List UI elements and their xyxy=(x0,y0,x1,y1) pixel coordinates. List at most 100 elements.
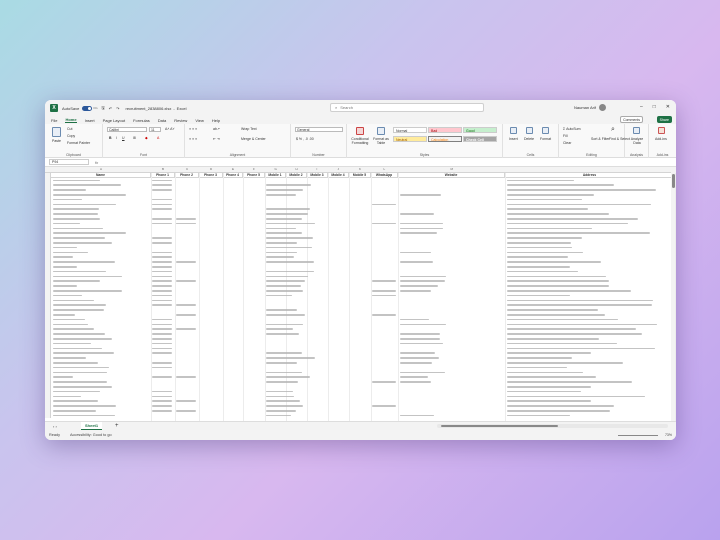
clear-button[interactable]: Clear xyxy=(563,141,571,145)
cell-address-blurred[interactable] xyxy=(507,357,572,359)
cell-address-blurred[interactable] xyxy=(507,280,609,282)
cell-address-blurred[interactable] xyxy=(507,266,570,268)
cell-mobile-blurred[interactable] xyxy=(266,314,305,316)
cell-website-blurred[interactable] xyxy=(400,251,431,254)
cell-address-blurred[interactable] xyxy=(507,203,651,206)
cell-phone-blurred[interactable] xyxy=(152,352,172,354)
tab-data[interactable]: Data xyxy=(158,118,166,123)
cell-name-blurred[interactable] xyxy=(53,251,89,254)
cell-phone-blurred[interactable] xyxy=(152,347,172,350)
cell-website-blurred[interactable] xyxy=(400,285,439,287)
add-sheet-icon[interactable]: + xyxy=(115,423,119,429)
cell-name-blurred[interactable] xyxy=(53,266,78,268)
insert-button[interactable]: Insert xyxy=(509,137,518,141)
cell-name-blurred[interactable] xyxy=(53,275,123,278)
format-table-icon[interactable] xyxy=(377,127,385,135)
cell-phone-blurred[interactable] xyxy=(152,270,172,273)
number-format-icons[interactable]: $ % , .0 .00 xyxy=(296,137,314,141)
column-header-phone-5[interactable]: Phone 5 xyxy=(243,173,265,178)
user-name[interactable]: Nauman Arif xyxy=(574,105,596,110)
cell-name-blurred[interactable] xyxy=(53,285,78,287)
cell-phone-blurred[interactable] xyxy=(152,266,172,268)
cell-address-blurred[interactable] xyxy=(507,261,602,263)
cell-phone-blurred[interactable] xyxy=(152,318,172,321)
column-header-mobile-3[interactable]: Mobile 3 xyxy=(307,173,328,178)
cell-name-blurred[interactable] xyxy=(53,405,116,407)
cell-whatsapp-blurred[interactable] xyxy=(372,222,396,225)
cell-name-blurred[interactable] xyxy=(53,390,101,393)
cell-address-blurred[interactable] xyxy=(507,294,571,297)
cell-mobile-blurred[interactable] xyxy=(266,227,297,230)
cell-address-blurred[interactable] xyxy=(507,338,599,340)
zoom-level[interactable]: 73% xyxy=(665,433,672,437)
cell-mobile-blurred[interactable] xyxy=(266,381,299,383)
cell-name-blurred[interactable] xyxy=(53,347,102,350)
tab-review[interactable]: Review xyxy=(174,118,187,123)
cell-mobile-blurred[interactable] xyxy=(266,246,313,249)
format-as-table-button[interactable]: Format as Table xyxy=(372,137,390,145)
tab-view[interactable]: View xyxy=(195,118,204,123)
cell-mobile-blurred[interactable] xyxy=(266,371,302,374)
cell-phone-blurred[interactable] xyxy=(152,376,172,378)
cell-address-blurred[interactable] xyxy=(507,256,568,258)
cell-name-blurred[interactable] xyxy=(53,194,127,196)
cell-name-blurred[interactable] xyxy=(53,410,97,412)
column-header-phone-3[interactable]: Phone 3 xyxy=(199,173,223,178)
cell-address-blurred[interactable] xyxy=(507,179,575,182)
cell-mobile-blurred[interactable] xyxy=(266,280,305,282)
comments-button[interactable]: Comments xyxy=(620,116,643,123)
name-box[interactable]: P94 xyxy=(49,159,89,165)
style-bad[interactable]: Bad xyxy=(428,127,462,133)
cell-phone-blurred[interactable] xyxy=(176,376,196,378)
cell-mobile-blurred[interactable] xyxy=(266,376,310,378)
cell-website-blurred[interactable] xyxy=(400,323,446,326)
cell-name-blurred[interactable] xyxy=(53,208,99,210)
cell-name-blurred[interactable] xyxy=(53,376,74,378)
cell-mobile-blurred[interactable] xyxy=(266,328,294,330)
column-letter[interactable]: E xyxy=(232,167,234,171)
style-normal[interactable]: Normal xyxy=(393,127,427,133)
column-letter[interactable]: F xyxy=(253,167,255,171)
cell-name-blurred[interactable] xyxy=(53,270,107,273)
cell-mobile-blurred[interactable] xyxy=(266,352,303,354)
cell-mobile-blurred[interactable] xyxy=(266,400,300,402)
column-letter[interactable]: B xyxy=(162,167,164,171)
italic-icon[interactable]: I xyxy=(116,136,117,140)
tab-insert[interactable]: Insert xyxy=(85,118,95,123)
cell-phone-blurred[interactable] xyxy=(152,179,172,182)
fill-color-icon[interactable]: ◆ xyxy=(145,136,148,140)
cell-phone-blurred[interactable] xyxy=(152,198,172,201)
conditional-formatting-icon[interactable] xyxy=(356,127,364,135)
cell-address-blurred[interactable] xyxy=(507,390,581,393)
cell-address-blurred[interactable] xyxy=(507,189,657,191)
bold-icon[interactable]: B xyxy=(109,136,112,140)
cell-phone-blurred[interactable] xyxy=(152,362,172,364)
cell-name-blurred[interactable] xyxy=(53,328,95,330)
column-header-address[interactable]: Address xyxy=(505,173,675,178)
cell-phone-blurred[interactable] xyxy=(176,314,196,316)
addins-icon[interactable] xyxy=(658,127,665,134)
font-name-select[interactable]: Calibri xyxy=(107,127,147,132)
autosave-toggle[interactable] xyxy=(82,105,93,111)
cell-address-blurred[interactable] xyxy=(507,251,583,254)
cell-name-blurred[interactable] xyxy=(53,414,115,417)
fx-icon[interactable]: fx xyxy=(95,160,98,165)
indent-icon[interactable]: ⇤ ⇥ xyxy=(213,137,220,141)
conditional-formatting-button[interactable]: Conditional Formatting xyxy=(349,137,371,145)
horizontal-scrollbar[interactable] xyxy=(437,424,668,428)
cell-website-blurred[interactable] xyxy=(400,227,443,230)
cell-phone-blurred[interactable] xyxy=(152,342,172,345)
delete-button[interactable]: Delete xyxy=(524,137,534,141)
cell-mobile-blurred[interactable] xyxy=(266,362,298,364)
cell-phone-blurred[interactable] xyxy=(152,395,172,398)
wrap-text-button[interactable]: Wrap Text xyxy=(241,127,257,131)
cell-whatsapp-blurred[interactable] xyxy=(372,280,396,282)
cell-phone-blurred[interactable] xyxy=(152,338,172,340)
cell-phone-blurred[interactable] xyxy=(152,203,172,206)
cell-phone-blurred[interactable] xyxy=(152,304,172,306)
cell-name-blurred[interactable] xyxy=(53,246,78,249)
cell-name-blurred[interactable] xyxy=(53,395,82,398)
cell-website-blurred[interactable] xyxy=(400,222,443,225)
cell-mobile-blurred[interactable] xyxy=(266,294,292,297)
cell-phone-blurred[interactable] xyxy=(152,242,172,244)
